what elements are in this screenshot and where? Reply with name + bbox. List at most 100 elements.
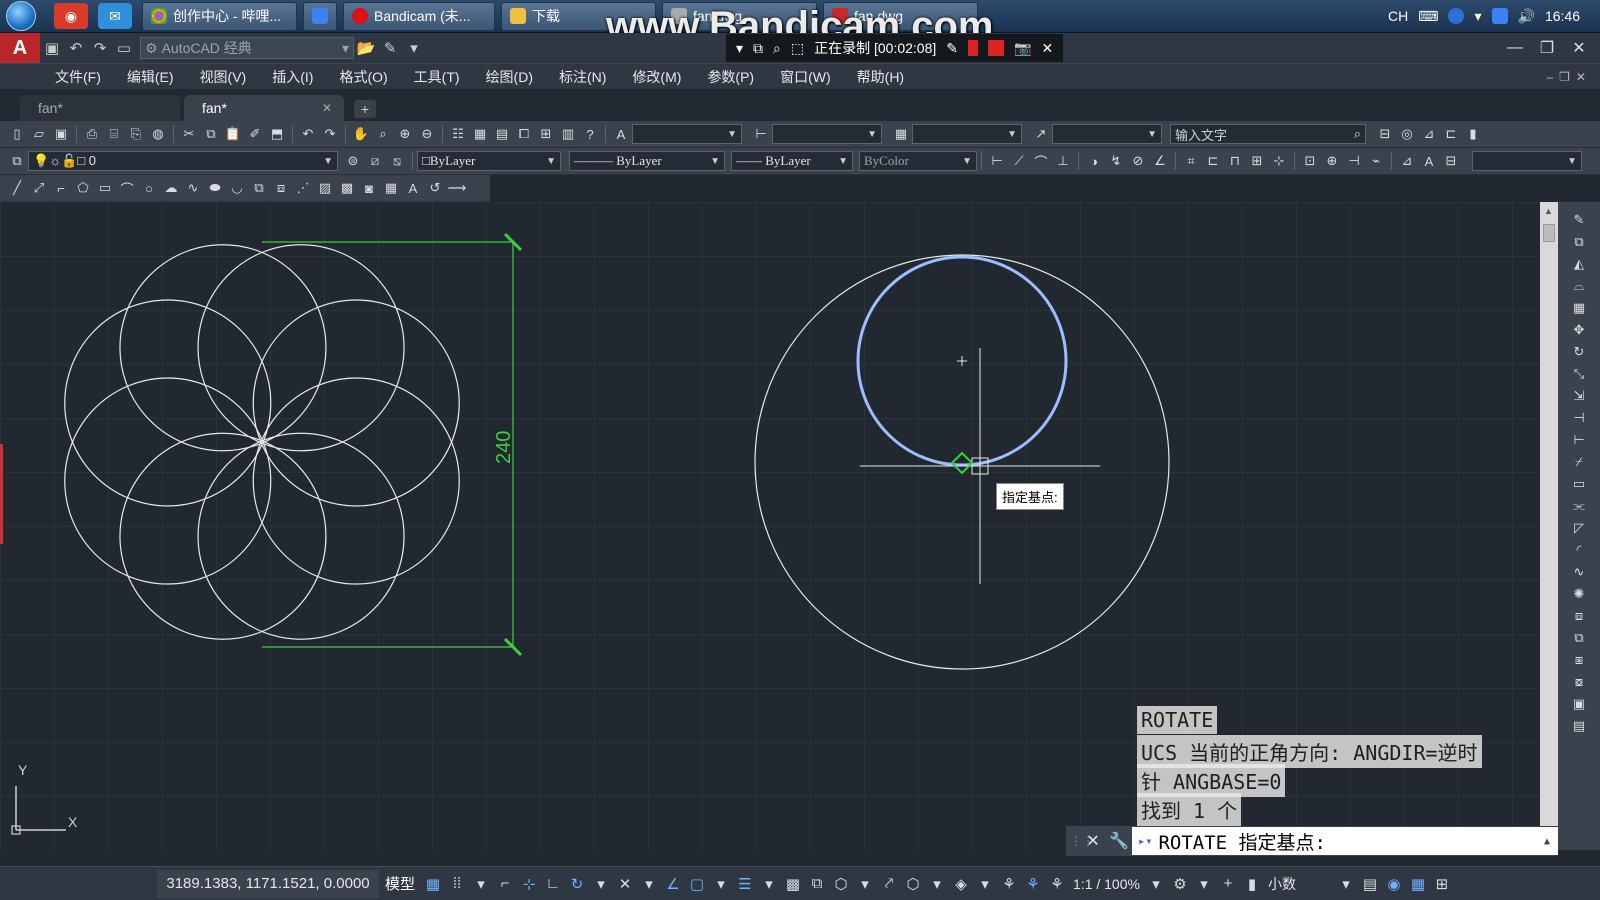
tolerance-icon[interactable]: ⊡: [1299, 151, 1321, 171]
rec-window-icon[interactable]: ⧉: [753, 40, 763, 57]
tool-extra-1-icon[interactable]: ▣: [1568, 694, 1590, 713]
mleader-style-icon[interactable]: ↗: [1030, 124, 1052, 144]
rec-pause-icon[interactable]: [968, 40, 979, 56]
workspace-dropdown-icon[interactable]: ▾: [1192, 872, 1216, 896]
object-snap-tracking-icon[interactable]: ∠: [661, 872, 685, 896]
workspace-gear-icon[interactable]: ⚙: [1168, 872, 1192, 896]
quick-dim-icon[interactable]: ⌗: [1180, 151, 1202, 171]
lineweight-icon[interactable]: ☰: [733, 872, 757, 896]
text-style-select[interactable]: ▼: [632, 124, 742, 144]
new-tab-button[interactable]: +: [354, 100, 376, 118]
clean-screen-icon[interactable]: ⊞: [1430, 872, 1454, 896]
line-icon[interactable]: ╱: [6, 178, 28, 198]
scale-dropdown-icon[interactable]: ▾: [1144, 872, 1168, 896]
dim-angular-icon[interactable]: ∠: [1149, 151, 1171, 171]
customize-wrench-icon[interactable]: 🔧: [1106, 831, 1132, 851]
lineweight-select[interactable]: —— ByLayer ▼: [731, 151, 853, 171]
dim-break-icon[interactable]: ⊹: [1268, 151, 1290, 171]
gizmo-icon[interactable]: ◈: [949, 872, 973, 896]
blend-icon[interactable]: ∿: [1568, 562, 1590, 581]
markup-icon[interactable]: ⊞: [535, 124, 557, 144]
center-mark-icon[interactable]: ⊕: [1321, 151, 1343, 171]
chamfer-icon[interactable]: ◸: [1568, 518, 1590, 537]
draw-extra-icon[interactable]: ⟿: [446, 178, 468, 198]
volume-icon[interactable]: 🔊: [1518, 8, 1535, 25]
petal-circle[interactable]: [64, 377, 272, 585]
dim-text-edit-icon[interactable]: A: [1418, 151, 1440, 171]
filter-dropdown-icon[interactable]: ▾: [925, 872, 949, 896]
snap-dropdown-icon[interactable]: ▾: [469, 872, 493, 896]
menu-view[interactable]: 视图(V): [187, 67, 260, 87]
text-style-icon[interactable]: A: [610, 124, 632, 144]
move-icon[interactable]: ✥: [1568, 320, 1590, 339]
layer-manager-icon[interactable]: ⧉: [6, 151, 28, 171]
layer-tool-3-icon[interactable]: ⊿: [1418, 124, 1440, 144]
dim-ordinate-icon[interactable]: ⊥: [1052, 151, 1074, 171]
rec-camera-icon[interactable]: 📷: [1014, 40, 1031, 57]
petal-circle[interactable]: [119, 432, 327, 640]
help-toolbar-icon[interactable]: ?: [579, 124, 601, 144]
dim-style-control[interactable]: ▼: [1472, 151, 1582, 171]
ellipse-arc-icon[interactable]: ◡: [226, 178, 248, 198]
osnap-dropdown-icon[interactable]: ▾: [709, 872, 733, 896]
zoom-realtime-icon[interactable]: ⌕: [372, 124, 394, 144]
rotate-icon[interactable]: ↻: [1568, 342, 1590, 361]
table-icon[interactable]: ▦: [380, 178, 402, 198]
menu-tools[interactable]: 工具(T): [401, 67, 473, 87]
revision-cloud-icon[interactable]: ☁: [160, 178, 182, 198]
trim-icon[interactable]: ⊣: [1568, 408, 1590, 427]
fillet-icon[interactable]: ◜: [1568, 540, 1590, 559]
draw-order-1-icon[interactable]: ⧈: [1568, 606, 1590, 625]
draw-order-3-icon[interactable]: ⧆: [1568, 650, 1590, 669]
annotation-visibility-icon[interactable]: ⚘: [997, 872, 1021, 896]
sheet-set-icon[interactable]: ⧠: [513, 124, 535, 144]
copy-icon[interactable]: ⧉: [200, 124, 222, 144]
plotstyle-select[interactable]: ByColor ▼: [859, 151, 977, 171]
units-icon[interactable]: ▮: [1240, 872, 1264, 896]
save-icon[interactable]: ▣: [40, 37, 64, 59]
3d-osnap-icon[interactable]: ⬡: [829, 872, 853, 896]
redo-icon[interactable]: ↷: [88, 37, 112, 59]
infer-constraints-icon[interactable]: ⌐: [493, 872, 517, 896]
draw-order-4-icon[interactable]: ⧇: [1568, 672, 1590, 691]
menu-modify[interactable]: 修改(M): [619, 67, 694, 87]
polar-dropdown-icon[interactable]: ▾: [589, 872, 613, 896]
undo-icon[interactable]: ↶: [64, 37, 88, 59]
gradient-icon[interactable]: ▩: [336, 178, 358, 198]
clock[interactable]: 16:46: [1545, 8, 1580, 24]
dim-aligned-icon[interactable]: ⟋: [1008, 151, 1030, 171]
menu-parametric[interactable]: 参数(P): [694, 67, 767, 87]
color-select[interactable]: □ByLayer ▼: [417, 151, 561, 171]
document-window-controls[interactable]: –❐✕: [1547, 70, 1600, 84]
redo-toolbar-icon[interactable]: ↷: [319, 124, 341, 144]
search-binoculars-icon[interactable]: ⌕: [1354, 126, 1361, 142]
tab-close-icon[interactable]: ✕: [322, 101, 332, 115]
petal-circle[interactable]: [119, 244, 327, 452]
petal-circle[interactable]: [252, 299, 460, 507]
petal-circle[interactable]: [252, 377, 460, 585]
quick-properties-icon[interactable]: ▤: [1358, 872, 1382, 896]
scroll-up-icon[interactable]: ▲: [1544, 206, 1553, 216]
close-command-icon[interactable]: ✕: [1080, 831, 1106, 851]
hatch-icon[interactable]: ▨: [314, 178, 336, 198]
dim-radius-icon[interactable]: ◑: [1083, 151, 1105, 171]
dim-jogged-icon[interactable]: ↯: [1105, 151, 1127, 171]
dim-style-icon[interactable]: ⊢: [750, 124, 772, 144]
layer-states-icon[interactable]: ⧅: [386, 151, 408, 171]
make-current-icon[interactable]: ⊜: [342, 151, 364, 171]
rec-stop-icon[interactable]: [988, 40, 1005, 56]
language-indicator[interactable]: CH: [1388, 8, 1408, 24]
layer-tool-4-icon[interactable]: ⊏: [1440, 124, 1462, 144]
dimension-text[interactable]: 240: [493, 431, 515, 464]
tab-fan-1[interactable]: fan*: [20, 95, 180, 121]
restore-icon[interactable]: ❐: [1532, 36, 1562, 60]
polygon-icon[interactable]: ⬠: [72, 178, 94, 198]
selection-cycling-icon[interactable]: ⧉: [805, 872, 829, 896]
menu-help[interactable]: 帮助(H): [844, 67, 917, 87]
publish-icon[interactable]: ⎘: [125, 124, 147, 144]
paste-icon[interactable]: 📋: [222, 124, 244, 144]
explode-icon[interactable]: ✺: [1568, 584, 1590, 603]
menu-draw[interactable]: 绘图(D): [473, 67, 546, 87]
spline-icon[interactable]: ∿: [182, 178, 204, 198]
join-icon[interactable]: ⫘: [1568, 496, 1590, 515]
